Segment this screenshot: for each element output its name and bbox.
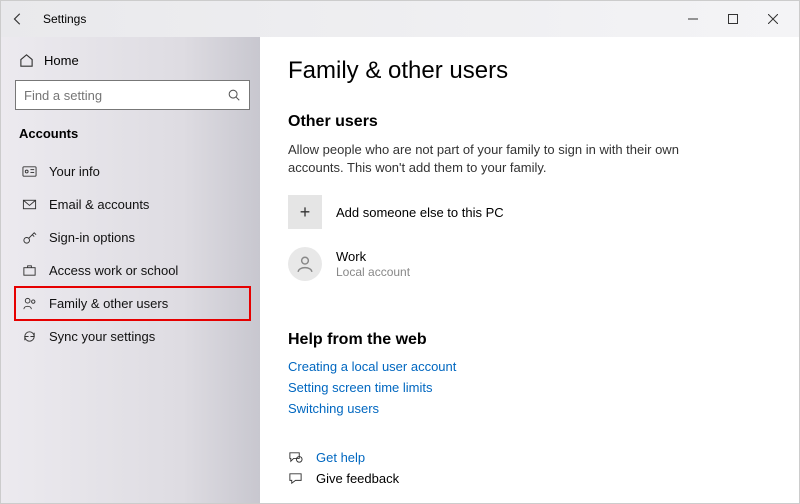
sidebar-item-work[interactable]: Access work or school [15,254,250,287]
sidebar-item-family[interactable]: Family & other users [15,287,250,320]
sidebar-item-sync[interactable]: Sync your settings [15,320,250,353]
feedback-label: Give feedback [316,471,399,486]
mail-icon [21,197,37,212]
account-type: Local account [336,265,410,279]
section-header: Accounts [19,126,250,141]
other-users-desc: Allow people who are not part of your fa… [288,141,708,177]
other-users-heading: Other users [288,113,771,131]
home-icon [19,53,34,68]
home-label: Home [44,53,79,68]
close-button[interactable] [753,5,793,33]
search-box[interactable] [15,80,250,110]
account-name: Work [336,249,410,265]
window-controls [673,5,793,33]
maximize-button[interactable] [713,5,753,33]
badge-icon [21,164,37,179]
help-heading: Help from the web [288,331,771,349]
get-help-row[interactable]: Get help [288,450,771,465]
people-icon [21,296,37,311]
nav-label: Access work or school [49,263,178,278]
help-link-create-account[interactable]: Creating a local user account [288,359,456,374]
add-user-label: Add someone else to this PC [336,205,504,220]
nav-label: Sign-in options [49,230,135,245]
nav-label: Sync your settings [49,329,155,344]
feedback-icon [288,471,304,486]
sync-icon [21,329,37,344]
sidebar-item-signin[interactable]: Sign-in options [15,221,250,254]
avatar-icon [288,247,322,281]
user-info: Work Local account [336,249,410,279]
help-link-screen-time[interactable]: Setting screen time limits [288,380,433,395]
nav-label: Family & other users [49,296,168,311]
sidebar-item-email[interactable]: Email & accounts [15,188,250,221]
back-button[interactable] [7,12,29,26]
key-icon [21,230,37,245]
help-links: Creating a local user account Setting sc… [288,359,771,416]
nav-list: Your info Email & accounts Sign-in optio… [15,155,250,353]
window-title: Settings [43,12,86,26]
nav-label: Your info [49,164,100,179]
body: Home Accounts Your info Email & accounts [1,37,799,503]
search-input[interactable] [24,88,227,103]
briefcase-icon [21,263,37,278]
plus-icon: + [288,195,322,229]
nav-label: Email & accounts [49,197,149,212]
help-link-switching[interactable]: Switching users [288,401,379,416]
titlebar: Settings [1,1,799,37]
add-user-button[interactable]: + Add someone else to this PC [288,195,771,229]
search-icon [227,88,241,102]
sidebar: Home Accounts Your info Email & accounts [1,37,260,503]
chat-icon [288,450,304,465]
sidebar-item-your-info[interactable]: Your info [15,155,250,188]
page-title: Family & other users [288,57,771,85]
feedback-row[interactable]: Give feedback [288,471,771,486]
settings-window: Settings Home Accounts [0,0,800,504]
content: Family & other users Other users Allow p… [260,37,799,503]
user-account-row[interactable]: Work Local account [288,247,771,281]
minimize-button[interactable] [673,5,713,33]
home-button[interactable]: Home [15,49,250,80]
get-help-link[interactable]: Get help [316,450,365,465]
